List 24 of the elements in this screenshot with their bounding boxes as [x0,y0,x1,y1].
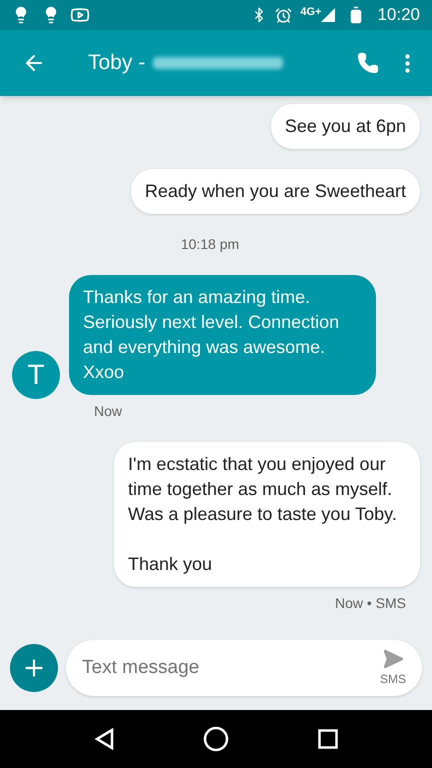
more-icon [405,54,410,72]
clock: 10:20 [377,4,420,26]
conversation-title: Toby - [88,50,146,76]
attach-button[interactable] [10,644,58,692]
more-options-button[interactable] [405,54,410,72]
sent-message: I'm ecstatic that you enjoyed our time together as much as myself. Was a pleasure to taste you Toby. Thank you [114,442,420,587]
signal-icon [321,8,336,22]
message-meta: Now • SMS [334,594,406,613]
alarm-icon [275,6,292,24]
home-icon[interactable] [202,726,229,752]
send-button[interactable]: SMS [380,648,406,688]
message-meta: Now [94,402,122,421]
sent-message: See you at 6pn [270,104,420,149]
message-field[interactable]: Text message SMS [66,640,422,696]
timestamp: 10:18 pm [180,235,240,254]
recents-icon[interactable] [318,729,338,749]
contact-avatar[interactable]: T [12,351,60,399]
sent-message: Ready when you are Sweetheart [130,169,420,214]
phone-icon [357,52,379,74]
back-icon[interactable] [94,728,114,750]
call-button[interactable] [357,52,379,74]
network-type: 4G+ [300,5,322,20]
received-message: Thanks for an amazing time. Seriously next level. Connection and everything was awesome. Xxoo [69,275,376,395]
send-icon [382,648,404,670]
